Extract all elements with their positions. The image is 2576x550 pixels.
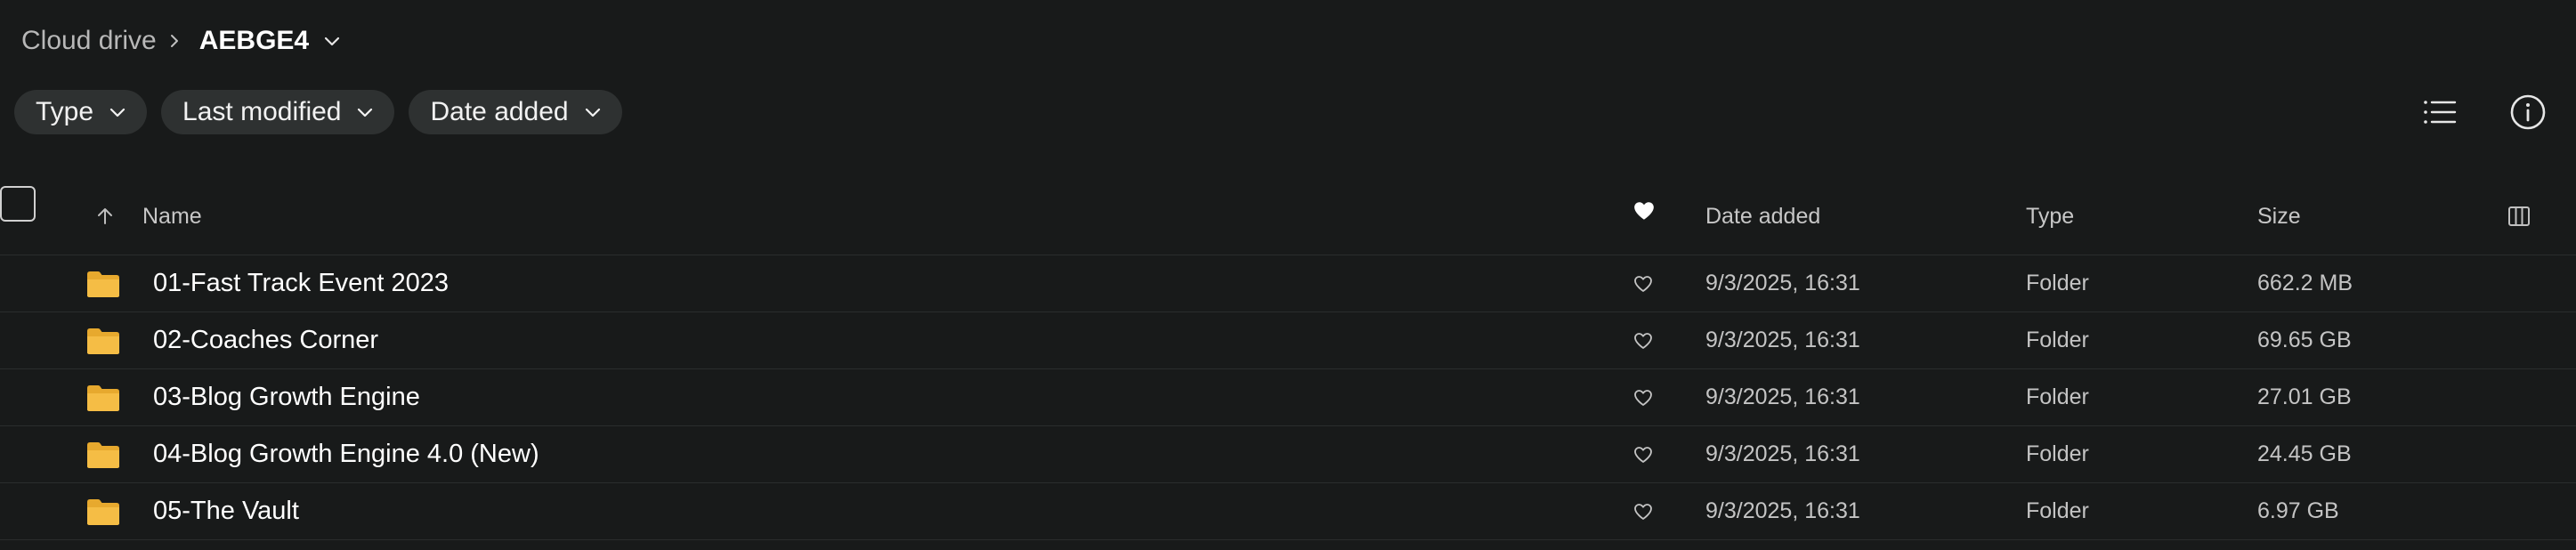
item-date-added: 9/3/2025, 16:31 <box>1705 271 1860 295</box>
columns-icon[interactable] <box>2507 178 2531 255</box>
breadcrumb-root-link[interactable]: Cloud drive <box>21 26 157 56</box>
heart-outline-icon[interactable] <box>1632 312 1654 368</box>
folder-icon <box>85 426 121 482</box>
chevron-down-icon[interactable] <box>314 20 350 62</box>
item-date-added: 9/3/2025, 16:31 <box>1705 441 1860 466</box>
chevron-right-icon <box>157 20 192 62</box>
item-date-added: 9/3/2025, 16:31 <box>1705 498 1860 523</box>
column-header-name[interactable]: Name <box>142 178 202 255</box>
folder-icon <box>85 369 121 425</box>
item-size: 6.97 GB <box>2257 498 2339 523</box>
view-actions <box>2412 85 2555 139</box>
table-row[interactable]: 03-Blog Growth Engine 9/3/2025, 16:31 Fo… <box>0 369 2576 426</box>
item-name[interactable]: 01-Fast Track Event 2023 <box>153 255 449 311</box>
item-type: Folder <box>2026 328 2089 352</box>
breadcrumb-current-folder[interactable]: AEBGE4 <box>199 26 309 56</box>
item-name[interactable]: 04-Blog Growth Engine 4.0 (New) <box>153 426 539 482</box>
filter-bar: Type Last modified Date added <box>14 90 622 134</box>
item-type: Folder <box>2026 441 2089 466</box>
chevron-down-icon <box>108 102 127 122</box>
chevron-down-icon <box>355 102 375 122</box>
item-name[interactable]: 05-The Vault <box>153 483 299 539</box>
filter-last-modified-dropdown[interactable]: Last modified <box>161 90 395 134</box>
column-header-date-added[interactable]: Date added <box>1705 178 1820 255</box>
info-icon[interactable] <box>2501 85 2555 139</box>
item-type: Folder <box>2026 498 2089 523</box>
arrow-up-icon[interactable] <box>94 178 116 255</box>
folder-icon <box>85 255 121 311</box>
heart-filled-icon[interactable] <box>1632 173 1656 249</box>
item-name[interactable]: 03-Blog Growth Engine <box>153 369 420 425</box>
heart-outline-icon[interactable] <box>1632 369 1654 425</box>
table-row[interactable]: 05-The Vault 9/3/2025, 16:31 Folder 6.97… <box>0 483 2576 540</box>
item-size: 69.65 GB <box>2257 328 2352 352</box>
filter-type-dropdown[interactable]: Type <box>14 90 148 134</box>
column-header-size[interactable]: Size <box>2257 178 2301 255</box>
item-date-added: 9/3/2025, 16:31 <box>1705 384 1860 409</box>
breadcrumb: Cloud drive AEBGE4 <box>21 20 350 62</box>
table-row[interactable]: 04-Blog Growth Engine 4.0 (New) 9/3/2025… <box>0 426 2576 483</box>
list-view-icon[interactable] <box>2412 85 2466 139</box>
item-size: 24.45 GB <box>2257 441 2352 466</box>
table-row[interactable]: 02-Coaches Corner 9/3/2025, 16:31 Folder… <box>0 312 2576 369</box>
heart-outline-icon[interactable] <box>1632 426 1654 482</box>
item-date-added: 9/3/2025, 16:31 <box>1705 328 1860 352</box>
table-row[interactable]: 01-Fast Track Event 2023 9/3/2025, 16:31… <box>0 255 2576 312</box>
column-header-type[interactable]: Type <box>2026 178 2074 255</box>
heart-outline-icon[interactable] <box>1632 255 1654 311</box>
folder-icon <box>85 312 121 368</box>
filter-label: Last modified <box>182 97 342 126</box>
item-name[interactable]: 02-Coaches Corner <box>153 312 378 368</box>
chevron-down-icon <box>583 102 603 122</box>
table-header: Name Date added Type Size <box>0 178 2576 255</box>
item-size: 662.2 MB <box>2257 271 2353 295</box>
item-type: Folder <box>2026 271 2089 295</box>
filter-label: Date added <box>430 97 569 126</box>
folder-icon <box>85 483 121 539</box>
select-all-checkbox[interactable] <box>0 186 36 222</box>
filter-label: Type <box>36 97 94 126</box>
heart-outline-icon[interactable] <box>1632 483 1654 539</box>
item-size: 27.01 GB <box>2257 384 2352 409</box>
item-type: Folder <box>2026 384 2089 409</box>
filter-date-added-dropdown[interactable]: Date added <box>409 90 622 134</box>
cloud-drive-page: Cloud drive AEBGE4 Type Last modified Da… <box>0 0 2576 550</box>
